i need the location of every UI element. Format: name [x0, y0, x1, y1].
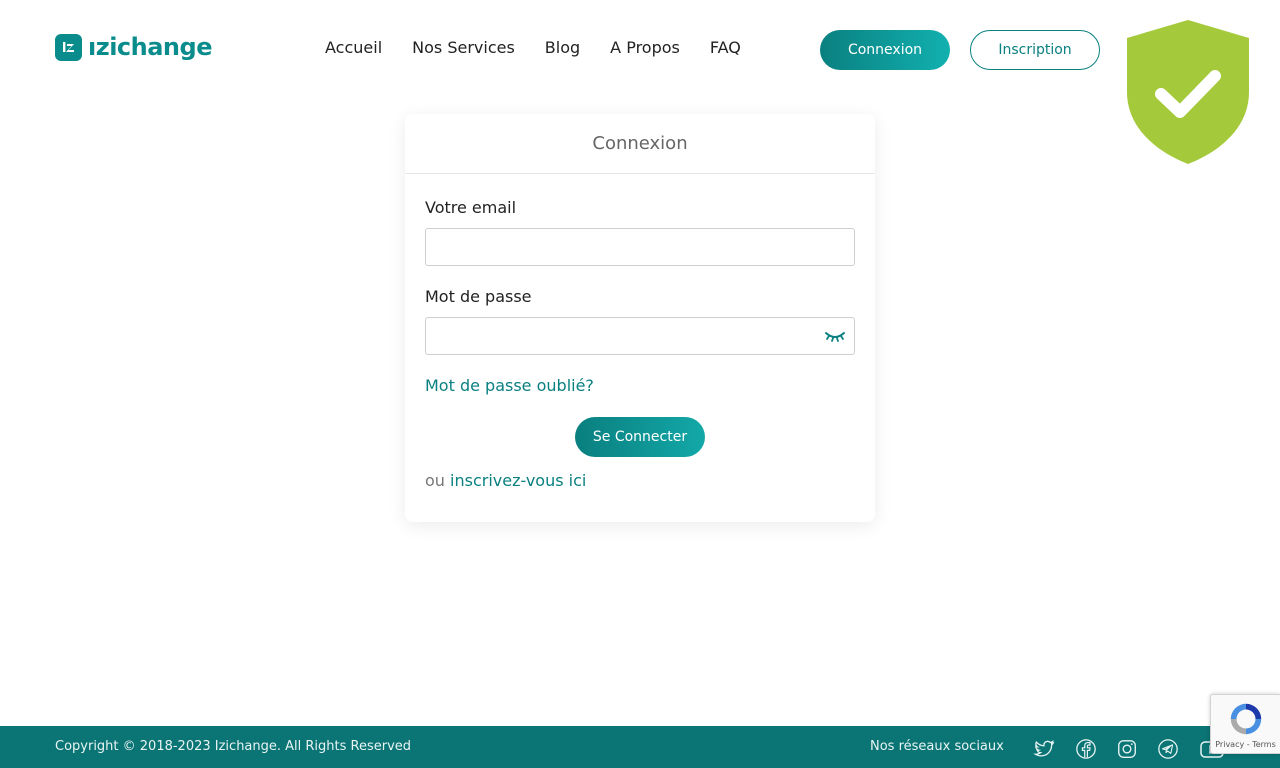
- register-prompt: ou inscrivez-vous ici: [425, 471, 855, 490]
- email-field[interactable]: [425, 228, 855, 266]
- nav-item-nos-services[interactable]: Nos Services: [412, 38, 515, 57]
- login-form: Votre email Mot de passe Mot de passe ou…: [405, 174, 875, 490]
- password-field-wrapper: [425, 317, 855, 355]
- izichange-logo-mark-icon: [55, 33, 82, 61]
- recaptcha-icon: [1230, 703, 1261, 734]
- submit-wrapper: Se Connecter: [425, 417, 855, 457]
- social-label: Nos réseaux sociaux: [870, 739, 1004, 754]
- email-label: Votre email: [425, 198, 517, 217]
- site-footer: Copyright © 2018-2023 Izichange. All Rig…: [0, 726, 1280, 768]
- password-field[interactable]: [425, 317, 855, 355]
- main-nav: Accueil Nos Services Blog A Propos FAQ: [325, 38, 741, 57]
- password-label: Mot de passe: [425, 287, 532, 306]
- submit-login-button[interactable]: Se Connecter: [575, 417, 705, 457]
- brand-logo[interactable]: ızichange: [55, 33, 212, 61]
- twitter-icon[interactable]: [1033, 738, 1055, 760]
- nav-item-a-propos[interactable]: A Propos: [610, 38, 680, 57]
- instagram-icon[interactable]: [1116, 738, 1138, 760]
- recaptcha-links[interactable]: Privacy - Terms: [1215, 740, 1276, 749]
- shield-check-icon: [1127, 20, 1249, 164]
- forgot-password-link[interactable]: Mot de passe oublié?: [425, 376, 855, 395]
- or-text: ou: [425, 471, 445, 490]
- login-card: Connexion Votre email Mot de passe Mot d…: [405, 114, 875, 522]
- brand-name: ızichange: [88, 33, 212, 61]
- copyright-text: Copyright © 2018-2023 Izichange. All Rig…: [55, 739, 412, 754]
- nav-item-blog[interactable]: Blog: [545, 38, 580, 57]
- login-card-title: Connexion: [592, 133, 688, 154]
- recaptcha-badge[interactable]: Privacy - Terms: [1210, 694, 1280, 754]
- header-signup-button[interactable]: Inscription: [970, 30, 1100, 70]
- login-card-header: Connexion: [405, 114, 875, 174]
- facebook-icon[interactable]: [1075, 738, 1097, 760]
- register-link[interactable]: inscrivez-vous ici: [450, 471, 586, 490]
- header-login-button[interactable]: Connexion: [820, 30, 950, 70]
- eye-closed-icon[interactable]: [825, 328, 845, 342]
- telegram-icon[interactable]: [1157, 738, 1179, 760]
- nav-item-accueil[interactable]: Accueil: [325, 38, 382, 57]
- nav-item-faq[interactable]: FAQ: [710, 38, 741, 57]
